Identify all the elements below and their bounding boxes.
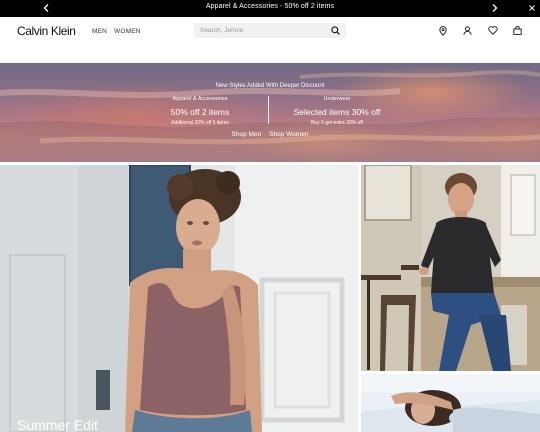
promo-bar: Apparel & Accessories - 50% off 2 items (0, 0, 540, 17)
summer-edit-tile[interactable] (0, 165, 358, 432)
promo-text[interactable]: Apparel & Accessories - 50% off 2 items (0, 3, 540, 10)
nav-women[interactable]: WOMEN (114, 28, 141, 35)
offer-category: Apparel & Accessories (172, 96, 228, 102)
women-feature-tile[interactable] (361, 374, 540, 432)
hero-banner[interactable]: New Styles Added With Deeper Discount Ap… (0, 63, 540, 162)
search-input[interactable] (200, 25, 324, 36)
tile-caption[interactable]: Summer Edit (17, 417, 98, 432)
promo-next-arrow-icon[interactable] (488, 2, 500, 14)
shop-men-link[interactable]: Shop Men (232, 131, 262, 138)
account-icon[interactable] (462, 25, 473, 36)
nav-men[interactable]: MEN (92, 28, 107, 35)
hero-sky-image (0, 70, 540, 162)
promo-close-icon[interactable] (526, 2, 538, 14)
main-nav: MEN WOMEN (92, 28, 141, 35)
offer-divider (268, 96, 269, 124)
offer-subtext: Buy 6 get extra 30% off (311, 120, 363, 126)
summer-edit-photo (0, 165, 358, 432)
site-header: Calvin Klein MEN WOMEN (0, 17, 540, 47)
store-locator-icon[interactable] (437, 25, 448, 36)
hero-heading: New Styles Added With Deeper Discount (215, 83, 325, 89)
search-bar (194, 23, 346, 38)
search-icon[interactable] (330, 25, 341, 36)
men-feature-tile[interactable] (361, 165, 540, 371)
offer-headline: Selected items 30% off (293, 107, 381, 117)
bag-icon[interactable] (512, 25, 523, 36)
hero-links: Shop Men Shop Women (0, 131, 540, 138)
offer-category: Underwear (323, 96, 351, 102)
offer-underwear: Underwear Selected items 30% off Buy 6 g… (282, 96, 392, 126)
shop-women-link[interactable]: Shop Women (269, 131, 308, 138)
men-feature-photo (361, 165, 540, 371)
offer-subtext: Additional 20% off 5 items (171, 120, 229, 126)
offer-apparel: Apparel & Accessories 50% off 2 items Ad… (150, 96, 250, 126)
offer-headline: 50% off 2 items (170, 107, 230, 117)
women-feature-photo (361, 374, 540, 432)
brand-logo[interactable]: Calvin Klein (17, 24, 76, 38)
wishlist-icon[interactable] (487, 25, 498, 36)
